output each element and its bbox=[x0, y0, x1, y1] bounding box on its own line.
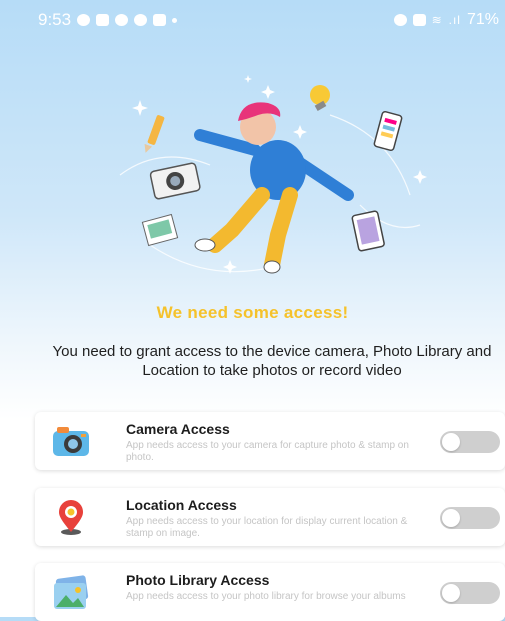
vibrate-icon bbox=[412, 14, 426, 26]
photo-library-access-toggle[interactable] bbox=[440, 582, 500, 604]
permission-title: Location Access bbox=[126, 497, 237, 513]
permission-title: Camera Access bbox=[126, 421, 230, 437]
alarm-icon bbox=[393, 14, 407, 26]
location-access-toggle[interactable] bbox=[440, 507, 500, 529]
hero-illustration bbox=[119, 75, 427, 274]
permission-description: App needs access to your camera for capt… bbox=[126, 440, 409, 463]
status-right: ≋ .ıl 71% bbox=[393, 11, 499, 29]
status-left: 9:53 bbox=[38, 10, 178, 30]
location-pin-icon bbox=[59, 500, 83, 535]
permission-card-photo-library: Photo Library Access App needs access to… bbox=[35, 563, 505, 621]
permission-card-location: Location Access App needs access to your… bbox=[35, 488, 505, 546]
permission-card-camera: Camera Access App needs access to your c… bbox=[35, 412, 505, 470]
status-bar: 9:53 ≋ .ıl 71% bbox=[0, 0, 505, 40]
toggle-knob bbox=[442, 584, 460, 602]
permission-title: Photo Library Access bbox=[126, 572, 270, 588]
lightbulb-icon bbox=[310, 85, 330, 111]
person-illustration bbox=[194, 102, 354, 274]
youtube-icon bbox=[96, 14, 110, 26]
permission-description: App needs access to your location for di… bbox=[126, 516, 408, 539]
dot-icon bbox=[172, 17, 178, 23]
camera-icon bbox=[53, 427, 89, 456]
photo-library-icon bbox=[54, 575, 89, 609]
battery-level: 71% bbox=[466, 11, 499, 28]
camera-access-toggle[interactable] bbox=[440, 431, 500, 453]
tiktok-icon bbox=[115, 14, 129, 26]
signal-icon: .ıl bbox=[448, 13, 461, 27]
phone-icon bbox=[373, 110, 403, 152]
pencil-icon bbox=[144, 115, 165, 153]
messenger-icon bbox=[77, 14, 91, 26]
page-subtitle: You need to grant access to the device c… bbox=[52, 343, 492, 379]
tablet-icon bbox=[351, 210, 385, 252]
shopping-icon bbox=[153, 14, 167, 26]
toggle-knob bbox=[442, 433, 460, 451]
status-time: 9:53 bbox=[38, 10, 72, 29]
toggle-knob bbox=[442, 509, 460, 527]
tiktok-icon bbox=[134, 14, 148, 26]
permission-description: App needs access to your photo library f… bbox=[126, 591, 406, 602]
wifi-icon: ≋ bbox=[431, 13, 443, 27]
page-title: We need some access! bbox=[156, 303, 349, 322]
photo-icon bbox=[141, 213, 179, 247]
camera-icon bbox=[149, 162, 201, 200]
